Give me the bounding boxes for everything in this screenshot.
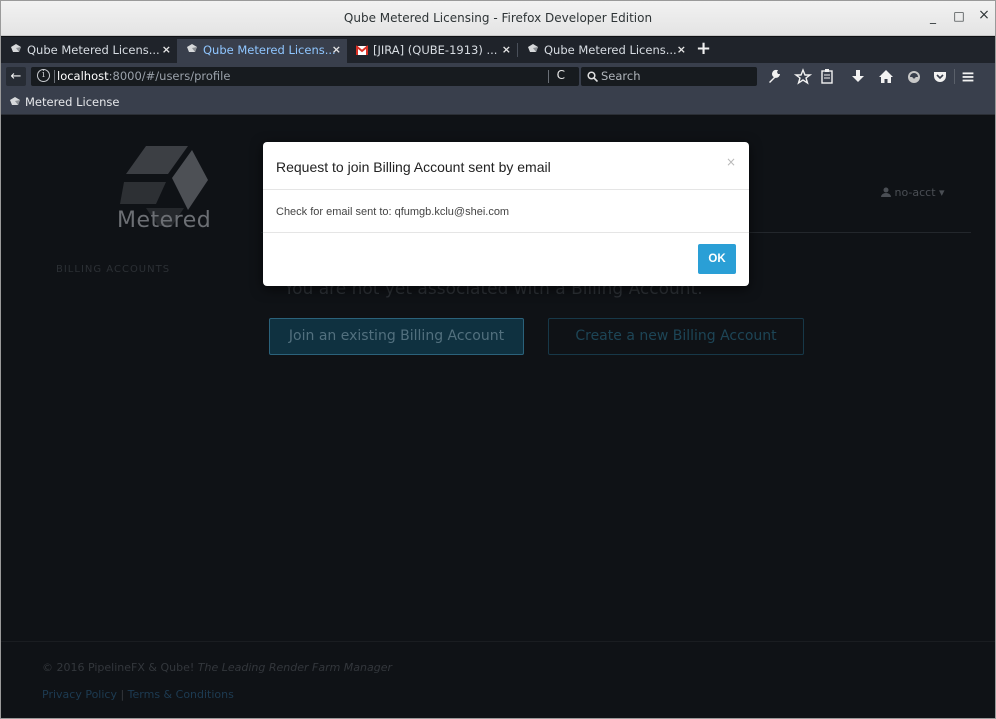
user-menu[interactable]: no-acct ▾	[881, 186, 945, 199]
url-bar[interactable]: i localhost:8000/#/users/profile C	[31, 67, 579, 86]
gmail-favicon-icon	[356, 45, 368, 55]
tab-close-icon[interactable]: ×	[677, 39, 686, 61]
bookmark-metered-license[interactable]: Metered License	[9, 95, 119, 109]
minimize-button[interactable]: _	[926, 10, 940, 24]
request-sent-modal: Request to join Billing Account sent by …	[263, 142, 749, 286]
tab-label: Qube Metered Licens...	[27, 43, 160, 57]
tab-label: [JIRA] (QUBE-1913) ...	[373, 43, 498, 57]
url-text[interactable]: localhost:8000/#/users/profile	[57, 69, 230, 83]
tab-close-icon[interactable]: ×	[502, 39, 511, 61]
ok-button[interactable]: OK	[698, 244, 736, 274]
tab-strip: Qube Metered Licens... × Qube Metered Li…	[1, 37, 995, 63]
tab-close-icon[interactable]: ×	[332, 39, 341, 61]
modal-close-icon[interactable]: ×	[726, 155, 736, 169]
user-icon	[881, 187, 891, 197]
join-billing-account-button[interactable]: Join an existing Billing Account	[269, 318, 524, 355]
url-path: :8000/#/users/profile	[108, 69, 231, 83]
modal-divider	[263, 232, 749, 233]
copyright: © 2016 PipelineFX & Qube! The Leading Re…	[42, 661, 392, 674]
modal-divider	[263, 189, 749, 190]
star-icon[interactable]	[794, 67, 812, 86]
new-tab-button[interactable]: +	[696, 37, 711, 61]
home-icon[interactable]	[877, 67, 895, 86]
url-host: localhost	[57, 69, 109, 83]
modal-title: Request to join Billing Account sent by …	[276, 159, 551, 175]
qube-favicon-icon	[10, 97, 20, 105]
sidebar-billing-accounts[interactable]: BILLING ACCOUNTS	[56, 264, 170, 275]
tab-close-icon[interactable]: ×	[162, 39, 171, 61]
footer-divider	[1, 641, 995, 642]
tab-jira[interactable]: [JIRA] (QUBE-1913) ... ×	[347, 39, 517, 63]
browser-window: Qube Metered Licensing - Firefox Develop…	[0, 0, 996, 719]
terms-link[interactable]: Terms & Conditions	[128, 688, 234, 701]
search-icon	[587, 71, 598, 82]
copyright-tagline: The Leading Render Farm Manager	[197, 661, 393, 674]
create-billing-account-button[interactable]: Create a new Billing Account	[548, 318, 804, 355]
link-separator: |	[116, 688, 128, 701]
addon-icon[interactable]	[905, 67, 923, 86]
tab-qube-active[interactable]: Qube Metered Licens... ×	[177, 39, 347, 63]
tab-qube-1[interactable]: Qube Metered Licens... ×	[1, 39, 177, 63]
logo-text: Metered	[117, 208, 212, 233]
tab-qube-4[interactable]: Qube Metered Licens... ×	[518, 39, 692, 63]
back-button[interactable]: ←	[6, 67, 26, 86]
site-info-icon[interactable]: i	[37, 69, 50, 82]
search-placeholder: Search	[601, 69, 641, 83]
pocket-icon[interactable]	[931, 67, 949, 86]
user-menu-label: no-acct ▾	[894, 186, 945, 199]
toolbar-divider	[954, 69, 955, 84]
footer-links: Privacy Policy | Terms & Conditions	[42, 688, 234, 701]
window-titlebar: Qube Metered Licensing - Firefox Develop…	[1, 1, 995, 36]
nav-bar: ← i localhost:8000/#/users/profile C Sea…	[1, 63, 995, 90]
divider	[548, 70, 549, 83]
qube-logo-icon	[120, 146, 208, 226]
privacy-policy-link[interactable]: Privacy Policy	[42, 688, 117, 701]
bookmarks-bar: Metered License	[1, 90, 995, 115]
window-title: Qube Metered Licensing - Firefox Develop…	[343, 11, 653, 25]
divider	[54, 70, 55, 83]
menu-icon[interactable]	[959, 67, 977, 86]
search-bar[interactable]: Search	[581, 67, 757, 86]
bookmark-label: Metered License	[25, 95, 120, 109]
qube-favicon-icon	[11, 44, 21, 52]
maximize-button[interactable]: □	[952, 9, 966, 23]
copyright-text: © 2016 PipelineFX & Qube!	[42, 661, 198, 674]
tab-label: Qube Metered Licens...	[544, 43, 677, 57]
modal-body: Check for email sent to: qfumgb.kclu@she…	[276, 206, 510, 218]
qube-favicon-icon	[187, 44, 197, 52]
reader-icon[interactable]	[818, 67, 836, 86]
wrench-icon[interactable]	[765, 67, 783, 86]
qube-favicon-icon	[528, 44, 538, 52]
download-icon[interactable]	[849, 67, 867, 86]
close-window-button[interactable]: ×	[977, 7, 991, 23]
reload-icon[interactable]: C	[557, 68, 565, 82]
tab-label: Qube Metered Licens...	[203, 43, 336, 57]
